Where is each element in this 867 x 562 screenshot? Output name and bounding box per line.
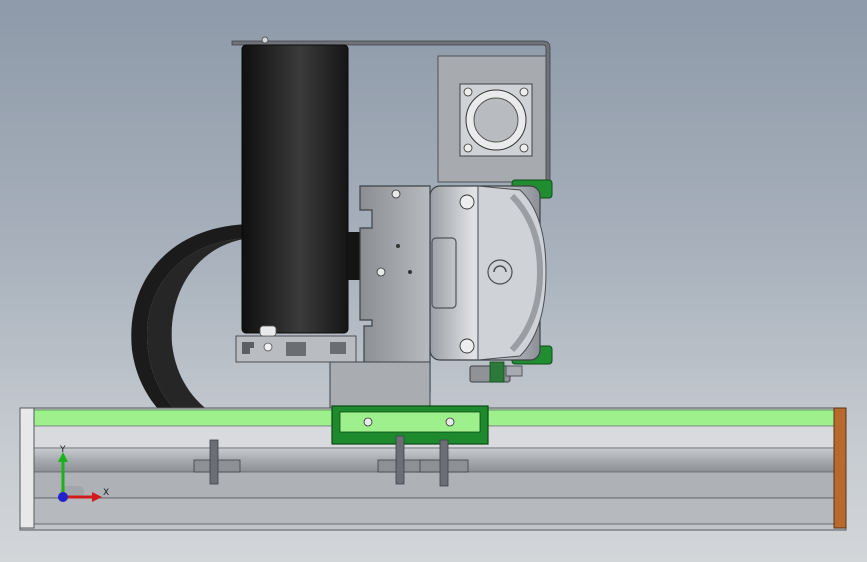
drive-wheel[interactable] — [241, 44, 362, 334]
upper-motor-housing[interactable] — [437, 55, 547, 183]
green-slider[interactable] — [331, 405, 489, 445]
z-axis-origin — [58, 492, 68, 502]
rail-end-cap-left[interactable] — [19, 407, 35, 529]
y-axis-label: Y — [59, 445, 66, 455]
cable-connector[interactable] — [469, 361, 523, 383]
x-axis-label: X — [103, 488, 109, 498]
gear-motor[interactable] — [429, 185, 547, 361]
cad-viewport[interactable]: Y X — [0, 0, 867, 562]
carriage-base[interactable] — [329, 361, 431, 411]
mount-plate[interactable] — [359, 185, 431, 393]
rail-end-cap-right[interactable] — [833, 407, 847, 529]
